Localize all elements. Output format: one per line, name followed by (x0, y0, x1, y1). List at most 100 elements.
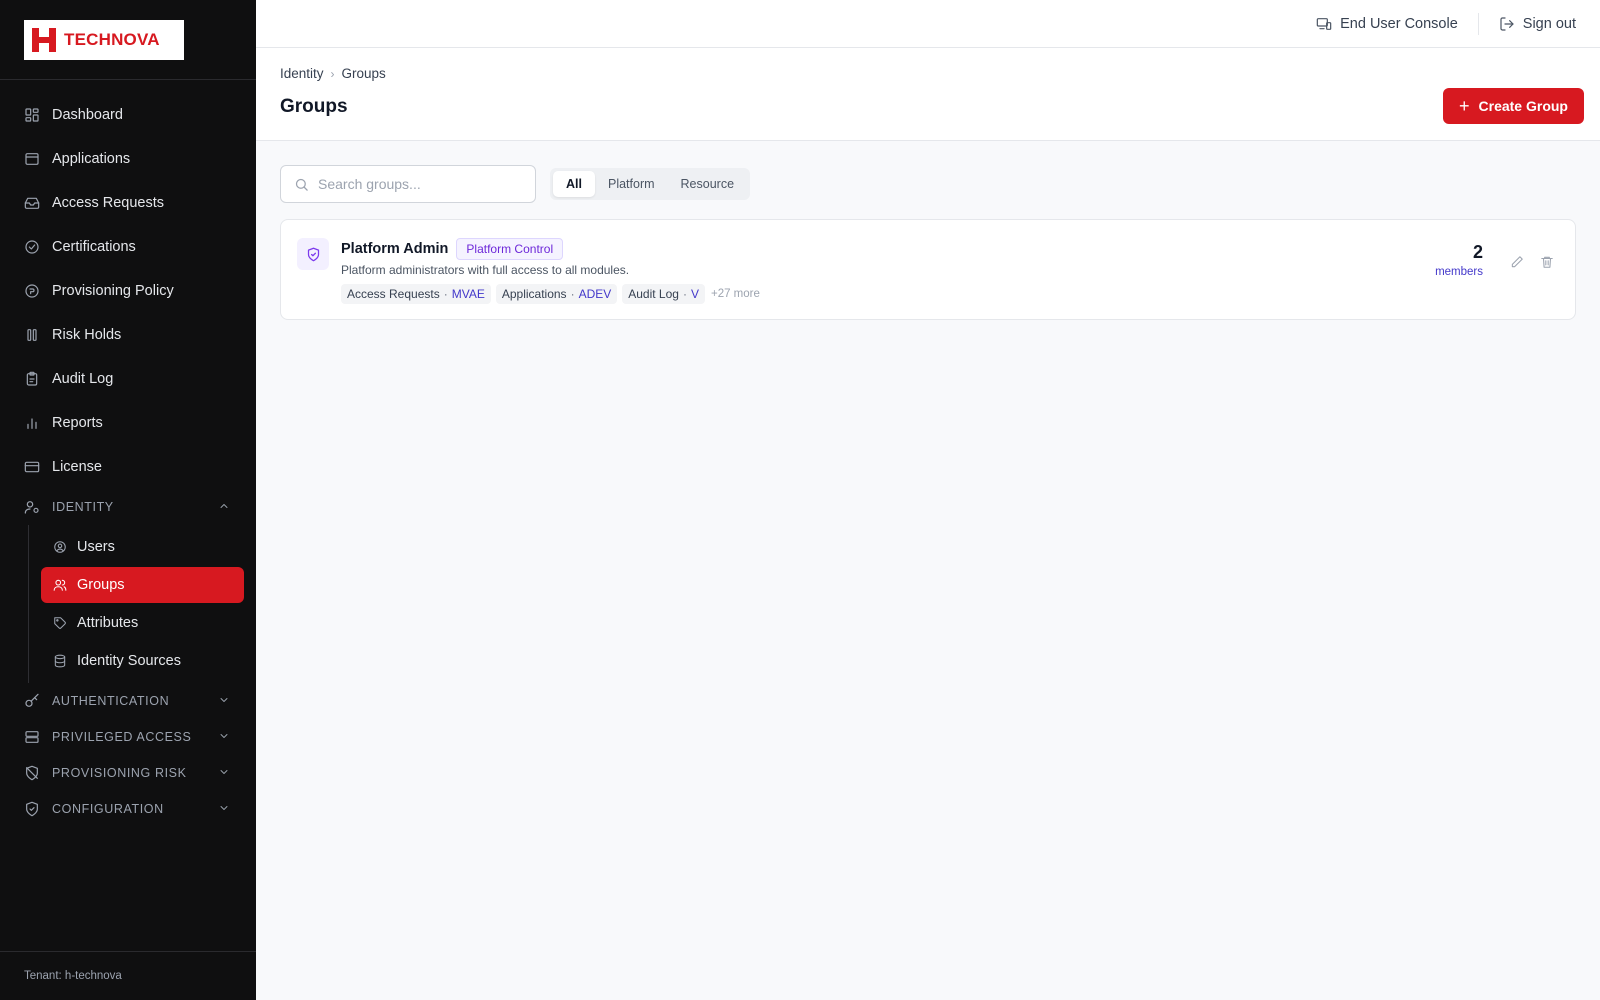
tab-all[interactable]: All (553, 171, 595, 197)
breadcrumb-identity[interactable]: Identity (280, 66, 324, 81)
section-label: CONFIGURATION (52, 802, 164, 816)
bar-chart-icon (24, 415, 40, 431)
sign-out-label: Sign out (1522, 15, 1576, 32)
create-group-button[interactable]: + Create Group (1443, 88, 1584, 124)
pause-icon (24, 327, 40, 343)
pencil-icon (1511, 256, 1523, 268)
shield-check-icon (24, 801, 40, 817)
permission-module: Access Requests (347, 287, 440, 301)
policy-icon (24, 283, 40, 299)
group-card[interactable]: Platform Admin Platform Control Platform… (280, 219, 1576, 320)
member-count-number: 2 (1472, 242, 1483, 262)
permission-chip: Audit Log · V (622, 284, 705, 304)
sidebar-item-label: Risk Holds (52, 327, 122, 343)
main-content: All Platform Resource Platform Admin Pla… (256, 141, 1600, 320)
end-user-console-link[interactable]: End User Console (1316, 16, 1458, 32)
sidebar-item-label: Reports (52, 415, 103, 431)
sidebar-item-license[interactable]: License (0, 445, 256, 489)
member-count[interactable]: 2 members (1435, 242, 1483, 278)
plus-icon: + (1459, 96, 1470, 116)
separator-dot: · (443, 287, 448, 301)
sidebar-item-reports[interactable]: Reports (0, 401, 256, 445)
brand-mark-icon (32, 28, 56, 52)
sidebar-item-risk-holds[interactable]: Risk Holds (0, 313, 256, 357)
monitor-phone-icon (1316, 17, 1332, 30)
section-label: AUTHENTICATION (52, 694, 170, 708)
shield-icon (297, 238, 329, 270)
group-type-badge: Platform Control (456, 238, 564, 260)
permission-chip: Access Requests · MVAE (341, 284, 491, 304)
more-permissions[interactable]: +27 more (711, 288, 760, 300)
sidebar-item-label: License (52, 459, 102, 475)
tag-icon (53, 616, 67, 630)
permission-code: V (690, 287, 699, 301)
sidebar-item-label: Groups (77, 577, 125, 593)
create-group-label: Create Group (1478, 98, 1568, 114)
permission-chips: Access Requests · MVAE Applications · AD… (341, 284, 760, 304)
sidebar-item-label: Certifications (52, 239, 136, 255)
permission-module: Audit Log (628, 287, 679, 301)
tab-resource[interactable]: Resource (668, 171, 748, 197)
inbox-icon (24, 195, 40, 211)
sidebar-item-label: Audit Log (52, 371, 114, 387)
chevron-down-icon (218, 802, 230, 817)
sidebar-item-label: Access Requests (52, 195, 165, 211)
sidebar-item-label: Identity Sources (77, 653, 181, 669)
database-icon (53, 654, 67, 668)
section-privileged-access[interactable]: PRIVILEGED ACCESS (0, 719, 256, 755)
sidebar-item-users[interactable]: Users (41, 529, 244, 565)
server-icon (24, 729, 40, 745)
sidebar-item-attributes[interactable]: Attributes (41, 605, 244, 641)
delete-group-button[interactable] (1538, 253, 1556, 271)
permission-code: ADEV (578, 287, 612, 301)
user-circle-icon (53, 540, 67, 554)
shield-off-icon (24, 765, 40, 781)
chevron-right-icon: › (330, 66, 335, 81)
sidebar-item-applications[interactable]: Applications (0, 137, 256, 181)
sidebar-item-label: Attributes (77, 615, 139, 631)
trash-icon (1541, 256, 1553, 268)
sidebar-item-dashboard[interactable]: Dashboard (0, 93, 256, 137)
tenant-label: Tenant: h-technova (0, 951, 256, 1000)
separator-dot: · (570, 287, 575, 301)
search-box[interactable] (280, 165, 536, 203)
user-cog-icon (24, 499, 40, 515)
clipboard-icon (24, 371, 40, 387)
section-label: PRIVILEGED ACCESS (52, 730, 192, 744)
topbar: End User Console Sign out (256, 0, 1600, 48)
section-provisioning-risk[interactable]: PROVISIONING RISK (0, 755, 256, 791)
sidebar: TECHNOVA Dashboard Applications Access R… (0, 0, 256, 1000)
section-identity[interactable]: IDENTITY (0, 489, 256, 525)
chevron-up-icon (218, 500, 230, 515)
sign-out-link[interactable]: Sign out (1499, 16, 1576, 32)
logo-area: TECHNOVA (0, 0, 256, 80)
chevron-down-icon (218, 766, 230, 781)
sidebar-item-label: Applications (52, 151, 131, 167)
brand-logo[interactable]: TECHNOVA (24, 20, 184, 60)
dashboard-icon (24, 107, 40, 123)
sidebar-item-identity-sources[interactable]: Identity Sources (41, 643, 244, 679)
tab-platform[interactable]: Platform (595, 171, 668, 197)
section-authentication[interactable]: AUTHENTICATION (0, 683, 256, 719)
sidebar-item-label: Dashboard (52, 107, 123, 123)
sidebar-item-access-requests[interactable]: Access Requests (0, 181, 256, 225)
sidebar-item-groups[interactable]: Groups (41, 567, 244, 603)
group-title-row: Platform Admin Platform Control (341, 238, 564, 260)
sidebar-item-audit-log[interactable]: Audit Log (0, 357, 256, 401)
permission-module: Applications (501, 287, 567, 301)
topbar-divider (1477, 12, 1479, 35)
brand-name: TECHNOVA (64, 30, 160, 49)
permission-code: MVAE (451, 287, 485, 301)
section-label: IDENTITY (52, 500, 114, 514)
search-icon (295, 178, 308, 191)
users-icon (53, 578, 67, 592)
edit-group-button[interactable] (1508, 253, 1526, 271)
sidebar-item-provisioning-policy[interactable]: Provisioning Policy (0, 269, 256, 313)
group-name[interactable]: Platform Admin (341, 241, 448, 257)
search-input[interactable] (318, 176, 518, 192)
section-configuration[interactable]: CONFIGURATION (0, 791, 256, 827)
sidebar-item-label: Provisioning Policy (52, 283, 174, 299)
group-description: Platform administrators with full access… (341, 263, 630, 277)
key-icon (24, 693, 40, 709)
sidebar-item-certifications[interactable]: Certifications (0, 225, 256, 269)
